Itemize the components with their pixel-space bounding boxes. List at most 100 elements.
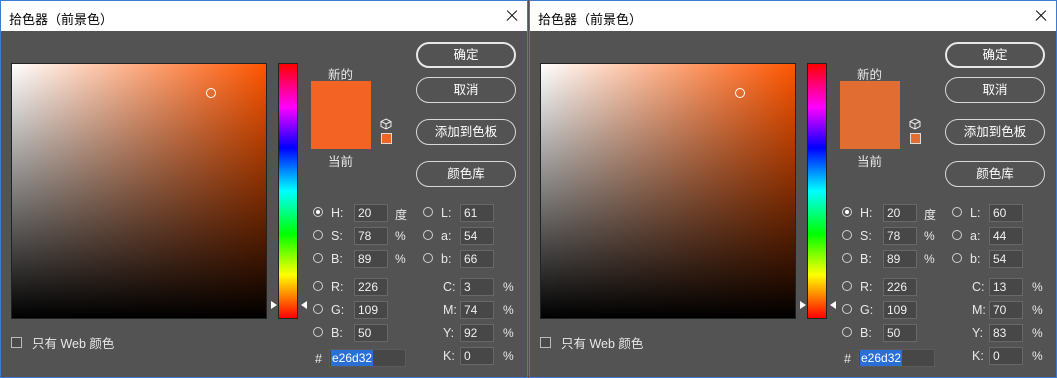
label-g: G: [331,303,345,317]
radio-lab-b[interactable] [952,253,962,263]
radio-lab-l[interactable] [423,207,433,217]
radio-r[interactable] [842,281,852,291]
cancel-button[interactable]: 取消 [416,77,516,103]
only-web-colors-label: 只有 Web 颜色 [32,337,115,351]
new-color-swatch [840,81,900,115]
saturation-brightness-field[interactable] [11,63,267,319]
unit-cmyk-y: % [503,326,514,340]
cube-icon[interactable] [909,118,921,130]
dialog-title: 拾色器（前景色） [538,13,643,28]
input-r[interactable]: 226 [883,278,917,296]
label-s: S: [860,229,872,243]
input-b[interactable]: 89 [883,250,917,268]
unit-cmyk-k: % [503,349,514,363]
only-web-colors-option[interactable]: 只有 Web 颜色 [11,333,114,352]
input-lab-b[interactable]: 66 [460,250,494,268]
input-cmyk-k[interactable]: 0 [989,347,1023,365]
unit-s: % [395,229,406,243]
hex-input[interactable]: e26d32 [329,349,406,367]
hex-value: e26d32 [860,350,903,366]
label-blue: B: [860,326,872,340]
current-color-swatch[interactable] [311,115,371,149]
input-lab-b[interactable]: 54 [989,250,1023,268]
hue-slider-handle-left[interactable] [271,301,277,309]
current-color-swatch[interactable] [840,115,900,149]
radio-blue[interactable] [313,327,323,337]
input-lab-l[interactable]: 60 [989,204,1023,222]
input-cmyk-m[interactable]: 70 [989,301,1023,319]
label-cmyk-c: C: [443,280,456,294]
input-cmyk-c[interactable]: 13 [989,278,1023,296]
input-cmyk-c[interactable]: 3 [460,278,494,296]
label-cmyk-m: M: [443,303,457,317]
input-blue[interactable]: 50 [354,324,388,342]
label-lab-a: a: [441,229,452,243]
radio-h[interactable] [313,207,323,217]
color-libraries-button[interactable]: 颜色库 [416,161,516,187]
color-picker-dialog: 拾色器（前景色） 只有 Web 颜色 新的 当前 确定 取消 添加到色板 颜色库… [0,0,528,378]
label-r: R: [331,280,344,294]
close-icon[interactable] [497,1,527,31]
only-web-colors-checkbox[interactable] [540,337,551,348]
only-web-colors-checkbox[interactable] [11,337,22,348]
radio-b[interactable] [313,253,323,263]
input-r[interactable]: 226 [354,278,388,296]
unit-s: % [924,229,935,243]
radio-s[interactable] [842,230,852,240]
title-bar: 拾色器（前景色） [530,1,1056,31]
radio-h[interactable] [842,207,852,217]
close-icon[interactable] [1026,1,1056,31]
input-h[interactable]: 20 [883,204,917,222]
web-safe-swatch[interactable] [381,133,392,144]
field-marker[interactable] [206,88,216,98]
radio-g[interactable] [313,304,323,314]
ok-button[interactable]: 确定 [416,42,516,68]
title-bar: 拾色器（前景色） [1,1,527,31]
add-to-swatches-button[interactable]: 添加到色板 [945,119,1045,145]
radio-b[interactable] [842,253,852,263]
hue-slider[interactable] [278,63,298,319]
input-g[interactable]: 109 [354,301,388,319]
cancel-button[interactable]: 取消 [945,77,1045,103]
label-blue: B: [331,326,343,340]
cube-icon[interactable] [380,118,392,130]
label-r: R: [860,280,873,294]
radio-lab-l[interactable] [952,207,962,217]
input-g[interactable]: 109 [883,301,917,319]
hue-slider-handle-right[interactable] [301,301,307,309]
color-libraries-button[interactable]: 颜色库 [945,161,1045,187]
add-to-swatches-button[interactable]: 添加到色板 [416,119,516,145]
radio-blue[interactable] [842,327,852,337]
hue-slider[interactable] [807,63,827,319]
field-marker[interactable] [735,88,745,98]
radio-s[interactable] [313,230,323,240]
ok-button[interactable]: 确定 [945,42,1045,68]
radio-r[interactable] [313,281,323,291]
label-h: H: [331,206,344,220]
label-cmyk-c: C: [972,280,985,294]
input-cmyk-y[interactable]: 83 [989,324,1023,342]
hex-input[interactable]: e26d32 [858,349,935,367]
web-safe-swatch[interactable] [910,133,921,144]
input-cmyk-m[interactable]: 74 [460,301,494,319]
radio-lab-a[interactable] [952,230,962,240]
unit-h: 度 [924,208,937,222]
hue-slider-handle-right[interactable] [830,301,836,309]
input-cmyk-k[interactable]: 0 [460,347,494,365]
label-cmyk-m: M: [972,303,986,317]
input-cmyk-y[interactable]: 92 [460,324,494,342]
input-lab-l[interactable]: 61 [460,204,494,222]
input-blue[interactable]: 50 [883,324,917,342]
radio-lab-b[interactable] [423,253,433,263]
input-s[interactable]: 78 [883,227,917,245]
input-b[interactable]: 89 [354,250,388,268]
input-lab-a[interactable]: 44 [989,227,1023,245]
input-s[interactable]: 78 [354,227,388,245]
input-lab-a[interactable]: 54 [460,227,494,245]
saturation-brightness-field[interactable] [540,63,796,319]
radio-g[interactable] [842,304,852,314]
input-h[interactable]: 20 [354,204,388,222]
hue-slider-handle-left[interactable] [800,301,806,309]
radio-lab-a[interactable] [423,230,433,240]
only-web-colors-option[interactable]: 只有 Web 颜色 [540,333,643,352]
